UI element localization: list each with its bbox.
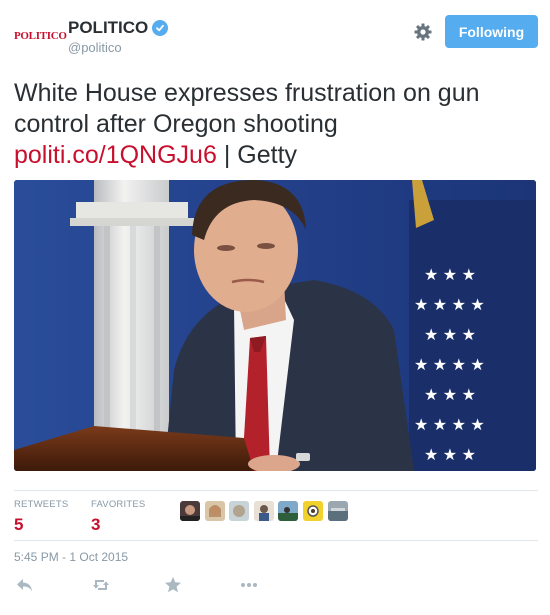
avatar[interactable]	[229, 501, 250, 521]
tweet-actions	[14, 574, 314, 600]
name-row: POLITICO	[68, 18, 169, 38]
svg-text:★ ★ ★ ★: ★ ★ ★ ★	[414, 297, 485, 314]
retweets-label: RETWEETS	[14, 499, 69, 510]
svg-text:★ ★ ★ ★: ★ ★ ★ ★	[414, 357, 485, 374]
favorites-stat[interactable]: FAVORITES 3	[91, 499, 145, 535]
retweet-icon[interactable]	[90, 574, 112, 596]
photo-image: ★ ★ ★ ★ ★ ★ ★ ★ ★ ★ ★ ★ ★ ★ ★ ★ ★ ★ ★ ★ …	[14, 180, 536, 471]
account-handle[interactable]: @politico	[68, 40, 122, 55]
tweet-timestamp[interactable]: 5:45 PM - 1 Oct 2015	[14, 550, 128, 564]
favorites-count: 3	[91, 515, 101, 534]
politico-logo[interactable]: POLITICO	[14, 30, 67, 46]
tweet-text: White House expresses frustration on gun…	[14, 78, 534, 171]
favoriter-avatars	[180, 501, 352, 521]
svg-text:★ ★ ★: ★ ★ ★	[424, 387, 476, 404]
retweets-stat[interactable]: RETWEETS 5	[14, 499, 68, 535]
avatar[interactable]	[253, 501, 274, 521]
stats-divider-bottom	[14, 540, 538, 541]
following-button[interactable]: Following	[445, 15, 538, 48]
avatar[interactable]	[327, 501, 348, 521]
gear-icon[interactable]	[413, 22, 433, 42]
tweet-stats: RETWEETS 5 FAVORITES 3	[14, 490, 544, 540]
svg-text:★ ★ ★ ★: ★ ★ ★ ★	[414, 417, 485, 434]
account-name[interactable]: POLITICO	[68, 18, 148, 38]
svg-text:★ ★ ★: ★ ★ ★	[424, 327, 476, 344]
tweet-separator: |	[223, 141, 231, 169]
avatar[interactable]	[180, 501, 200, 521]
svg-text:★ ★ ★: ★ ★ ★	[424, 447, 476, 464]
svg-text:★ ★ ★: ★ ★ ★	[424, 267, 476, 284]
reply-icon[interactable]	[14, 574, 36, 596]
tweet-header: POLITICO POLITICO @politico Following	[0, 0, 550, 70]
avatar[interactable]	[278, 501, 299, 521]
tweet-body: White House expresses frustration on gun…	[14, 79, 480, 138]
favorites-label: FAVORITES	[91, 499, 146, 510]
tweet-photo[interactable]: ★ ★ ★ ★ ★ ★ ★ ★ ★ ★ ★ ★ ★ ★ ★ ★ ★ ★ ★ ★ …	[14, 180, 536, 471]
more-icon[interactable]	[238, 574, 260, 596]
avatar[interactable]	[302, 501, 323, 521]
star-icon[interactable]	[162, 574, 184, 596]
avatar[interactable]	[204, 501, 225, 521]
photo-credit: Getty	[237, 141, 298, 169]
verified-badge-icon	[152, 20, 169, 36]
retweets-count: 5	[14, 515, 24, 534]
tweet-link[interactable]: politi.co/1QNGJu6	[14, 141, 217, 169]
